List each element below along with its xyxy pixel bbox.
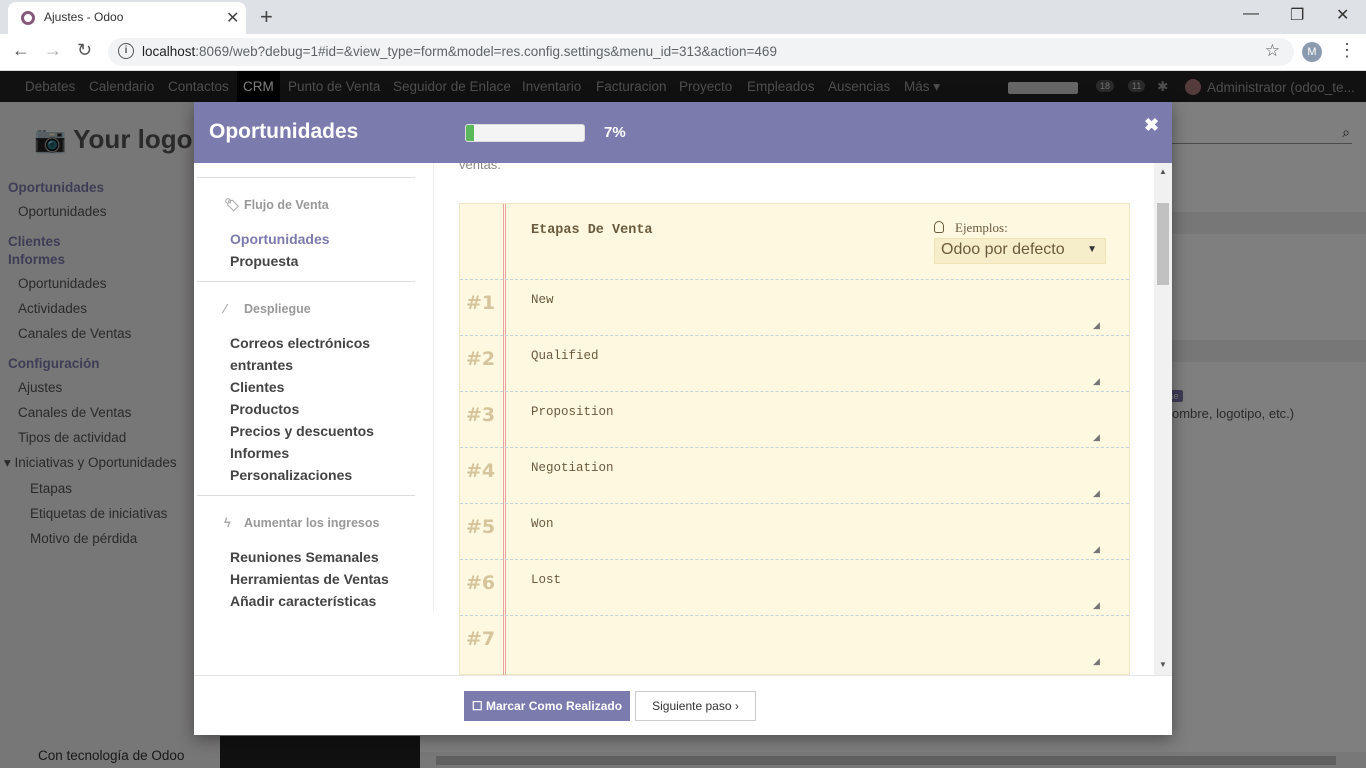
- forward-icon[interactable]: →: [44, 40, 62, 61]
- resize-grip-icon[interactable]: ◢: [1093, 432, 1100, 443]
- next-step-button[interactable]: Siguiente paso ›: [635, 691, 756, 721]
- examples-label: Ejemplos:: [955, 220, 1008, 235]
- scrollbar-thumb[interactable]: [1157, 203, 1169, 285]
- stage-row: #2 Qualified ◢: [460, 335, 1129, 391]
- stage-number: #7: [466, 628, 496, 650]
- nav-section-despliegue: ⁄ Despliegue: [224, 302, 311, 316]
- site-info-icon[interactable]: i: [118, 43, 134, 59]
- stage-row: #6 Lost ◢: [460, 559, 1129, 615]
- nav-item-correos-cont[interactable]: entrantes: [230, 357, 293, 373]
- stage-number: #4: [466, 460, 496, 482]
- divider: [197, 495, 415, 496]
- new-tab-icon[interactable]: +: [260, 4, 273, 30]
- caret-down-icon: ▼: [1087, 244, 1097, 255]
- onboarding-dialog: Oportunidades 7% ✖ 🏷 Flujo de Venta Oport…: [194, 102, 1172, 735]
- nav-section-flujo: 🏷 Flujo de Venta: [224, 198, 329, 212]
- tab-title: Ajustes - Odoo: [44, 10, 124, 24]
- lightbulb-icon: [934, 221, 944, 233]
- restore-icon[interactable]: ❐: [1290, 5, 1304, 25]
- close-icon[interactable]: ✖: [1144, 115, 1159, 136]
- resize-grip-icon[interactable]: ◢: [1093, 600, 1100, 611]
- mark-done-button[interactable]: ☐ Marcar Como Realizado: [464, 691, 630, 721]
- back-icon[interactable]: ←: [12, 40, 30, 61]
- resize-grip-icon[interactable]: ◢: [1093, 320, 1100, 331]
- content-scrollbar[interactable]: ▲ ▼: [1154, 163, 1172, 675]
- resize-grip-icon[interactable]: ◢: [1093, 656, 1100, 667]
- stage-input[interactable]: Proposition: [531, 405, 614, 419]
- browser-tab[interactable]: Ajustes - Odoo ✕: [8, 2, 246, 34]
- divider: [197, 177, 415, 178]
- stage-number: #3: [466, 404, 496, 426]
- dialog-header: Oportunidades 7% ✖: [194, 102, 1172, 163]
- dialog-footer: ☐ Marcar Como Realizado Siguiente paso ›: [194, 675, 1172, 735]
- url-text: localhost:8069/web?debug=1#id=&view_type…: [142, 44, 777, 59]
- reload-icon[interactable]: ↻: [77, 40, 92, 61]
- progress-fill: [466, 125, 475, 141]
- stage-row: #7 ◢: [460, 615, 1129, 671]
- stage-input[interactable]: Qualified: [531, 349, 599, 363]
- resize-grip-icon[interactable]: ◢: [1093, 544, 1100, 555]
- bolt-icon: ϟ: [224, 516, 231, 530]
- nav-item-correos[interactable]: Correos electrónicos: [230, 335, 370, 351]
- planner-progress-bar: [465, 124, 585, 142]
- tag-icon: 🏷: [224, 198, 240, 212]
- planner-left-nav: 🏷 Flujo de Venta Oportunidades Propuesta …: [194, 163, 434, 675]
- nav-item-oportunidades[interactable]: Oportunidades: [230, 231, 330, 247]
- dialog-title: Oportunidades: [209, 120, 359, 143]
- stage-input[interactable]: Negotiation: [531, 461, 614, 475]
- browser-tab-bar: Ajustes - Odoo ✕ + — ❐ ✕: [0, 0, 1366, 34]
- intro-text: ventas.: [459, 163, 501, 172]
- nav-item-informes[interactable]: Informes: [230, 445, 289, 461]
- stage-row: #5 Won ◢: [460, 503, 1129, 559]
- window-close-icon[interactable]: ✕: [1336, 5, 1349, 25]
- scroll-down-icon[interactable]: ▼: [1159, 660, 1167, 669]
- nav-item-anadir[interactable]: Añadir características: [230, 593, 376, 609]
- stage-input[interactable]: Lost: [531, 573, 561, 587]
- stage-number: #2: [466, 348, 496, 370]
- resize-grip-icon[interactable]: ◢: [1093, 376, 1100, 387]
- nav-item-precios[interactable]: Precios y descuentos: [230, 423, 374, 439]
- stage-number: #5: [466, 516, 496, 538]
- url-input[interactable]: i localhost:8069/web?debug=1#id=&view_ty…: [108, 38, 1294, 66]
- examples-select[interactable]: Odoo por defecto ▼: [934, 238, 1106, 264]
- magic-wand-icon: ⁄: [224, 302, 227, 316]
- address-bar-row: ← → ↻ i localhost:8069/web?debug=1#id=&v…: [0, 34, 1366, 71]
- browser-menu-icon[interactable]: ⋮: [1338, 40, 1356, 61]
- odoo-favicon-icon: [21, 11, 35, 25]
- nav-item-clientes[interactable]: Clientes: [230, 379, 284, 395]
- stage-row: #1 New ◢: [460, 279, 1129, 335]
- nav-section-aumentar: ϟ Aumentar los ingresos: [224, 516, 380, 530]
- planner-content: ventas. Etapas De Venta Ejemplos: Odoo p…: [434, 163, 1172, 675]
- scroll-up-icon[interactable]: ▲: [1159, 167, 1167, 176]
- stage-number: #1: [466, 292, 496, 314]
- divider: [197, 281, 415, 282]
- nav-item-herramientas[interactable]: Herramientas de Ventas: [230, 571, 389, 587]
- nav-item-propuesta[interactable]: Propuesta: [230, 253, 298, 269]
- nav-item-reuniones[interactable]: Reuniones Semanales: [230, 549, 379, 565]
- notepad-title: Etapas De Venta: [531, 223, 653, 238]
- bookmark-star-icon[interactable]: ☆: [1265, 41, 1280, 61]
- stage-input[interactable]: Won: [531, 517, 554, 531]
- close-tab-icon[interactable]: ✕: [226, 8, 239, 28]
- stage-row: #4 Negotiation ◢: [460, 447, 1129, 503]
- nav-item-personalizaciones[interactable]: Personalizaciones: [230, 467, 352, 483]
- stage-number: #6: [466, 572, 496, 594]
- nav-item-productos[interactable]: Productos: [230, 401, 299, 417]
- sales-stages-notepad: Etapas De Venta Ejemplos: Odoo por defec…: [459, 203, 1130, 675]
- profile-avatar[interactable]: M: [1302, 42, 1322, 62]
- progress-percent: 7%: [604, 124, 626, 141]
- minimize-icon[interactable]: —: [1243, 5, 1259, 23]
- stage-input[interactable]: New: [531, 293, 554, 307]
- stage-row: #3 Proposition ◢: [460, 391, 1129, 447]
- resize-grip-icon[interactable]: ◢: [1093, 488, 1100, 499]
